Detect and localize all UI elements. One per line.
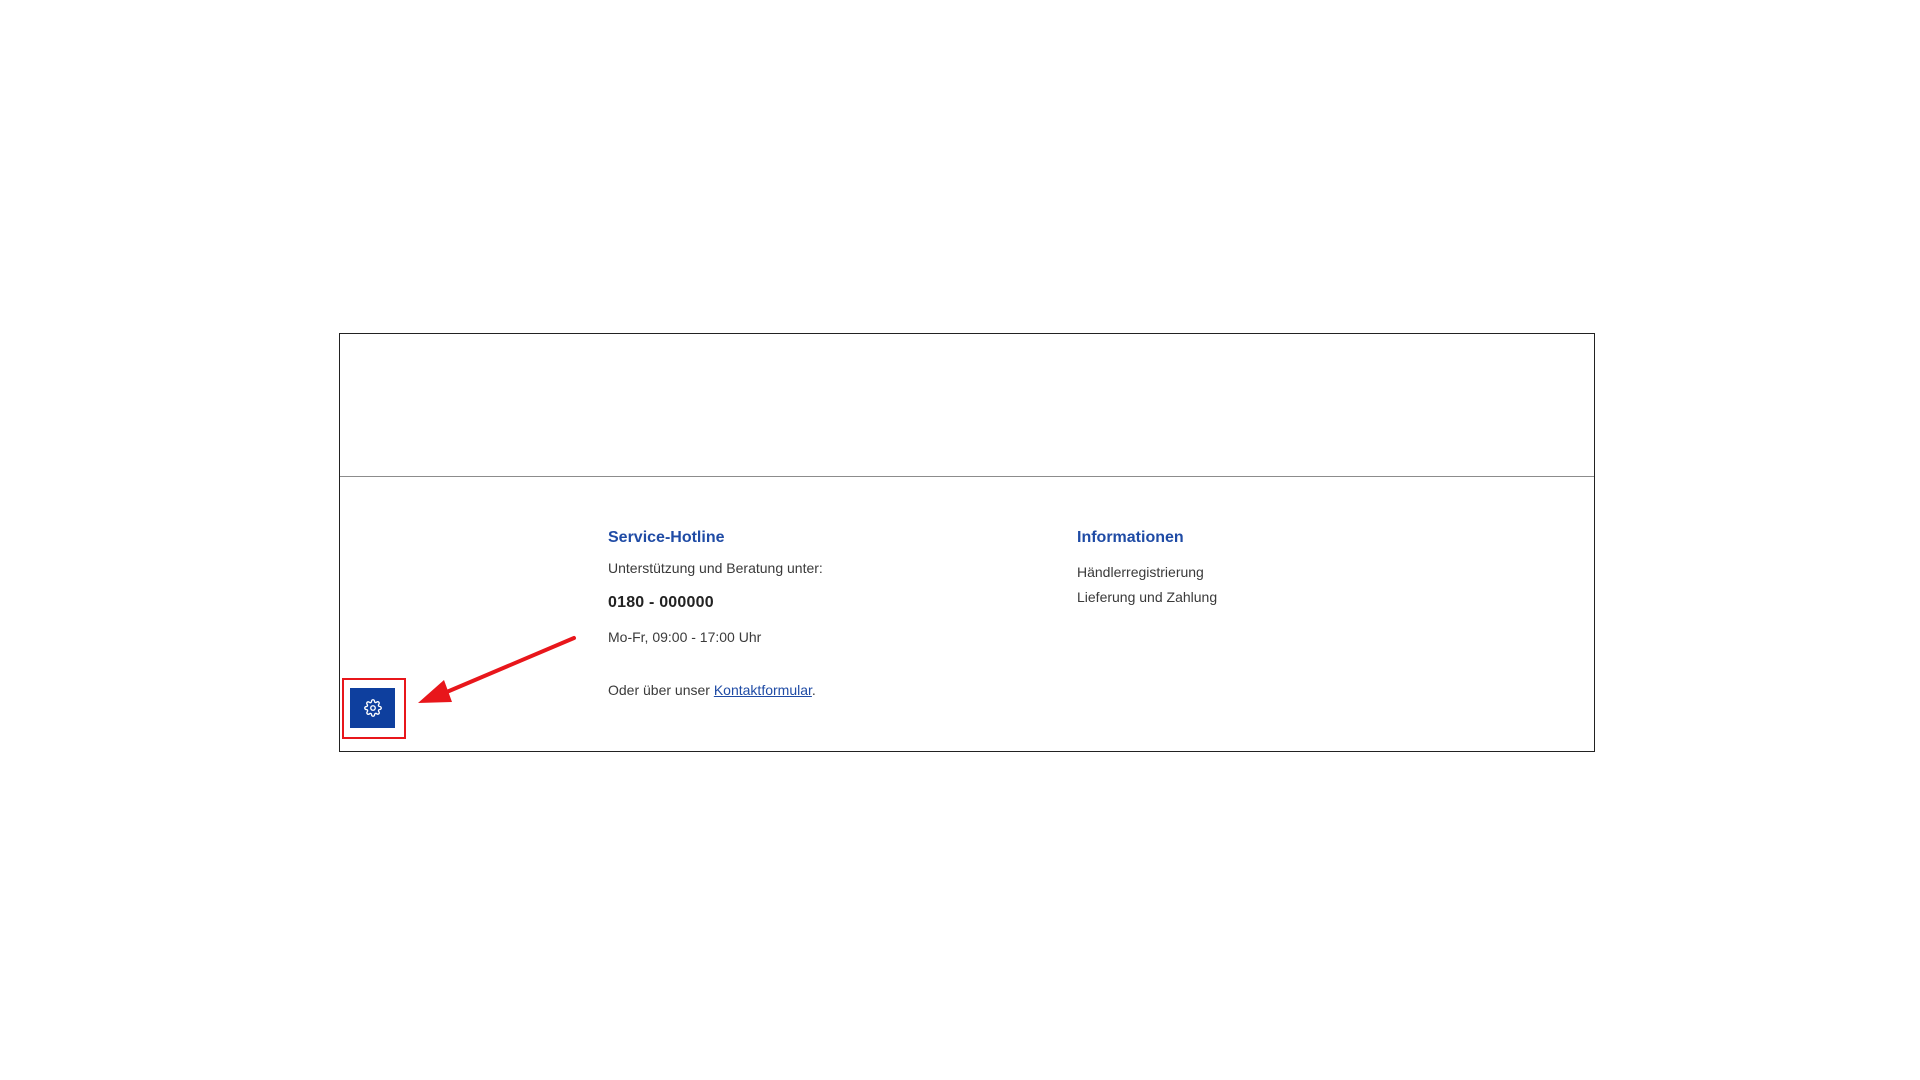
information-heading: Informationen <box>1077 529 1184 546</box>
gear-icon <box>363 699 382 717</box>
hotline-hours: Mo-Fr, 09:00 - 17:00 Uhr <box>608 629 762 645</box>
contact-suffix: . <box>811 682 816 698</box>
footer-divider <box>340 476 1594 477</box>
delivery-payment-link[interactable]: Lieferung und Zahlung <box>1077 585 1217 610</box>
hotline-phone-number[interactable]: 0180 - 000000 <box>608 594 714 612</box>
information-section: Informationen Händlerregistrierung Liefe… <box>1077 528 1497 605</box>
footer-frame: Service-Hotline Unterstützung und Beratu… <box>339 333 1595 752</box>
service-hotline-section: Service-Hotline Unterstützung und Beratu… <box>608 528 1028 698</box>
contact-prefix: Oder über unser <box>608 682 714 698</box>
cookie-settings-button[interactable] <box>350 688 395 728</box>
contact-form-link[interactable]: Kontaktformular <box>714 682 812 698</box>
information-links: Händlerregistrierung Lieferung und Zahlu… <box>1077 560 1217 610</box>
page: Service-Hotline Unterstützung und Beratu… <box>0 0 1920 1080</box>
support-text: Unterstützung und Beratung unter: <box>608 560 823 576</box>
footer-top-area <box>340 334 1594 476</box>
dealer-registration-link[interactable]: Händlerregistrierung <box>1077 560 1217 585</box>
service-hotline-heading: Service-Hotline <box>608 529 725 546</box>
contact-line: Oder über unser Kontaktformular. <box>608 681 816 699</box>
